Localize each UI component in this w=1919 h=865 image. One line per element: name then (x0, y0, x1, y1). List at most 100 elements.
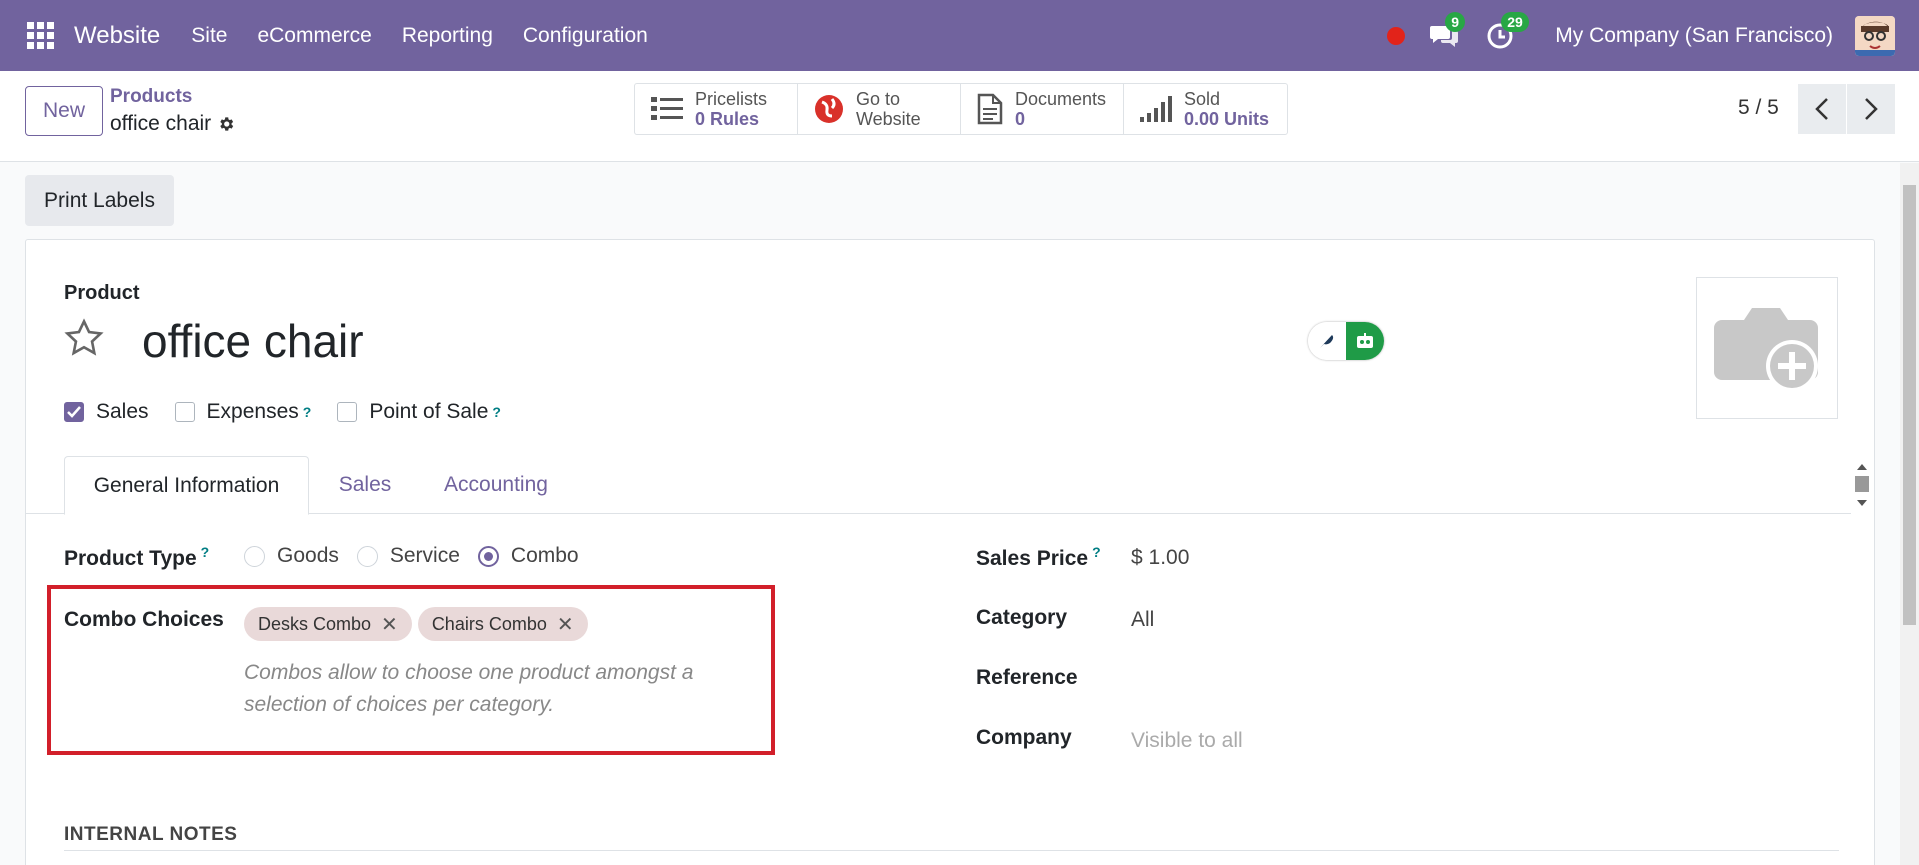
scrollbar-thumb[interactable] (1903, 185, 1916, 625)
chevron-right-icon (1865, 98, 1878, 120)
remove-tag-icon[interactable]: ✕ (381, 612, 398, 637)
control-panel: New Products office chair Pricelists 0 R… (0, 71, 1919, 162)
tab-accounting[interactable]: Accounting (426, 456, 566, 514)
menu-ecommerce[interactable]: eCommerce (257, 24, 371, 48)
product-flags: Sales Expenses ? Point of Sale ? (64, 400, 527, 424)
product-type-radio-group: Goods Service Combo (244, 544, 597, 568)
combo-tag: Desks Combo ✕ (244, 607, 412, 641)
radio-selected-icon (477, 545, 499, 567)
messages-button[interactable]: 9 (1427, 11, 1466, 53)
go-to-label: Go to (856, 89, 901, 109)
user-avatar[interactable] (1855, 15, 1895, 56)
combo-tag-label: Chairs Combo (431, 613, 547, 634)
tab-sales[interactable]: Sales (326, 456, 404, 514)
combo-choices-tags[interactable]: Desks Combo ✕ Chairs Combo ✕ (244, 607, 594, 641)
divider (64, 850, 1839, 851)
radio-goods-label: Goods (277, 544, 339, 567)
help-tooltip-icon[interactable]: ? (492, 404, 501, 420)
pager-next-button[interactable] (1847, 84, 1895, 134)
help-tooltip-icon[interactable]: ? (303, 404, 312, 420)
gear-icon[interactable] (217, 115, 235, 133)
breadcrumb-current-label: office chair (110, 112, 212, 135)
form-tabs: General Information Sales Accounting (26, 456, 1851, 515)
radio-empty-icon (244, 545, 265, 567)
sold-value: 0.00 Units (1184, 109, 1270, 129)
page-scrollbar[interactable] (1900, 163, 1919, 865)
new-button[interactable]: New (25, 86, 103, 136)
star-icon[interactable] (63, 317, 105, 359)
tab-general-information[interactable]: General Information (64, 456, 309, 515)
sales-price-label: Sales Price? (976, 544, 1101, 571)
radio-service[interactable]: Service (356, 544, 460, 568)
radio-combo[interactable]: Combo (477, 544, 579, 568)
menu-configuration[interactable]: Configuration (523, 24, 648, 48)
documents-value: 0 (1015, 109, 1026, 129)
smart-buttons: Pricelists 0 Rules Go to Website Documen… (634, 83, 1288, 135)
website-label: Website (856, 109, 921, 129)
bar-chart-icon (1140, 96, 1172, 122)
documents-label: Documents (1015, 89, 1107, 109)
remove-tag-icon[interactable]: ✕ (557, 612, 574, 637)
point-of-sale-checkbox[interactable]: Point of Sale ? (337, 400, 501, 424)
feather-button[interactable] (1308, 322, 1346, 360)
sold-label: Sold (1184, 89, 1221, 109)
radio-combo-label: Combo (510, 544, 579, 567)
product-image-upload[interactable] (1696, 277, 1838, 419)
form-sheet: Product office chair Sales Expenses ? Po… (25, 239, 1875, 865)
combo-tag-label: Desks Combo (258, 613, 372, 634)
ai-badges (1308, 322, 1384, 360)
combo-help-text: Combos allow to choose one product among… (244, 661, 694, 716)
internal-notes-heading: INTERNAL NOTES (64, 824, 238, 845)
company-label: Company (976, 726, 1072, 749)
breadcrumb-current: office chair (110, 112, 235, 136)
product-type-label-text: Product Type (64, 547, 197, 570)
expenses-checkbox-label: Expenses (206, 400, 299, 423)
app-brand[interactable]: Website (74, 22, 160, 50)
pricelists-smart-button[interactable]: Pricelists 0 Rules (635, 84, 798, 134)
documents-smart-button[interactable]: Documents 0 (961, 84, 1124, 134)
messages-count-badge: 9 (1445, 11, 1466, 32)
combo-tag: Chairs Combo ✕ (417, 607, 588, 641)
combo-choices-label: Combo Choices (64, 608, 224, 631)
checkbox-checked-icon (64, 402, 84, 422)
product-label: Product (64, 282, 140, 304)
checkbox-empty-icon (174, 402, 195, 422)
chevron-left-icon (1815, 98, 1828, 120)
category-label: Category (976, 606, 1068, 629)
menu-reporting[interactable]: Reporting (402, 24, 493, 48)
activities-button[interactable]: 29 (1483, 11, 1529, 53)
app-grid-icon[interactable] (27, 21, 55, 50)
camera-plus-icon (1714, 308, 1818, 392)
radio-goods[interactable]: Goods (244, 544, 339, 568)
recording-dot-icon[interactable] (1387, 26, 1406, 45)
robot-button[interactable] (1346, 322, 1384, 360)
globe-icon (815, 95, 843, 123)
company-field[interactable]: Visible to all (1131, 729, 1243, 753)
go-to-website-smart-button[interactable]: Go to Website (798, 84, 961, 134)
product-name-field[interactable]: office chair (142, 314, 364, 368)
sales-price-field[interactable]: $ 1.00 (1131, 546, 1189, 570)
help-tooltip-icon[interactable]: ? (201, 544, 210, 560)
company-switcher[interactable]: My Company (San Francisco) (1555, 24, 1833, 48)
product-type-label: Product Type? (64, 544, 209, 571)
top-navbar: Website Site eCommerce Reporting Configu… (0, 0, 1919, 71)
radio-empty-icon (356, 545, 378, 567)
menu-site[interactable]: Site (191, 24, 227, 48)
sales-checkbox-label: Sales (96, 400, 149, 423)
expenses-checkbox[interactable]: Expenses ? (174, 400, 312, 424)
breadcrumb-products[interactable]: Products (110, 86, 192, 108)
sales-price-label-text: Sales Price (976, 547, 1089, 570)
tabs-scroll-arrows-icon[interactable] (1852, 456, 1872, 514)
activities-count-badge: 29 (1501, 11, 1529, 32)
help-tooltip-icon[interactable]: ? (1092, 544, 1101, 560)
pager-value[interactable]: 5 / 5 (1738, 96, 1779, 120)
radio-service-label: Service (389, 544, 460, 567)
print-labels-button[interactable]: Print Labels (25, 175, 174, 226)
pricelists-value: 0 Rules (695, 109, 760, 129)
sales-checkbox[interactable]: Sales (64, 400, 149, 424)
sold-smart-button[interactable]: Sold 0.00 Units (1124, 84, 1287, 134)
reference-field[interactable] (1131, 666, 1531, 692)
pager-previous-button[interactable] (1798, 84, 1846, 134)
category-field[interactable]: All (1131, 608, 1154, 632)
point-of-sale-checkbox-label: Point of Sale (369, 400, 489, 423)
